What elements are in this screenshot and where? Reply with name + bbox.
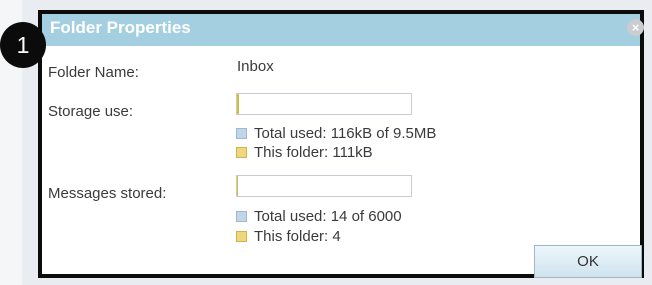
- storage-this-folder-text: This folder: 111kB: [254, 144, 373, 161]
- messages-legend-folder: This folder: 4: [236, 228, 341, 245]
- messages-stored-label: Messages stored:: [48, 185, 167, 202]
- storage-legend-total: Total used: 116kB of 9.5MB: [236, 125, 436, 142]
- messages-legend-total: Total used: 14 of 6000: [236, 208, 402, 225]
- folder-name-label: Folder Name:: [48, 64, 139, 81]
- ok-button[interactable]: OK: [534, 245, 642, 278]
- folder-name-value: Inbox: [237, 58, 274, 75]
- storage-usage-bar-fill: [237, 94, 240, 114]
- messages-total-used-text: Total used: 14 of 6000: [254, 208, 402, 225]
- legend-total-swatch-icon: [236, 211, 247, 222]
- storage-use-label: Storage use:: [48, 103, 134, 120]
- dialog-title: Folder Properties: [50, 18, 191, 37]
- storage-legend-folder: This folder: 111kB: [236, 144, 373, 161]
- messages-usage-bar: [236, 175, 412, 197]
- storage-total-used-text: Total used: 116kB of 9.5MB: [254, 125, 437, 142]
- messages-usage-bar-fill: [237, 176, 238, 196]
- step-number-badge: 1: [0, 22, 46, 68]
- legend-total-swatch-icon: [236, 128, 247, 139]
- legend-folder-swatch-icon: [236, 231, 247, 242]
- folder-properties-dialog: Folder Properties × Folder Name: Inbox S…: [38, 10, 644, 278]
- messages-this-folder-text: This folder: 4: [254, 228, 341, 245]
- close-icon[interactable]: ×: [627, 19, 644, 36]
- legend-folder-swatch-icon: [236, 147, 247, 158]
- storage-usage-bar: [236, 93, 412, 115]
- dialog-titlebar: Folder Properties ×: [42, 14, 644, 46]
